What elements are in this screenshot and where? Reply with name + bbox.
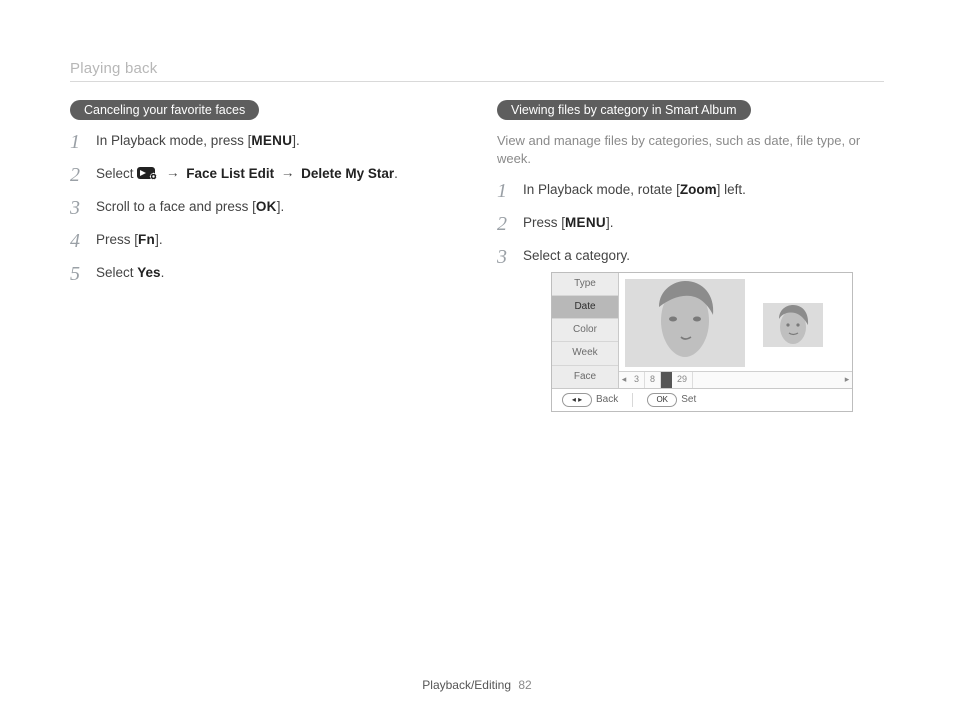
step-text: In Playback mode, press [ <box>96 133 251 148</box>
step-2: Select <box>70 165 457 184</box>
thumbnail-large <box>625 279 745 367</box>
playback-settings-icon <box>137 166 159 180</box>
camera-screen: Type Date Color Week Face <box>551 272 853 412</box>
page-section-title: Playing back <box>70 60 884 77</box>
film-strip: ◂ 3 8 29 ▸ <box>619 371 852 388</box>
step-3: Scroll to a face and press [OK]. <box>70 198 457 217</box>
thumbnail-small <box>763 303 823 347</box>
menu-item-color[interactable]: Color <box>552 319 618 342</box>
page-number: 82 <box>518 678 531 692</box>
intro-text: View and manage files by categories, suc… <box>497 132 884 167</box>
chevron-left-icon[interactable]: ◂ <box>619 373 629 386</box>
two-column-layout: Canceling your favorite faces In Playbac… <box>70 100 884 426</box>
separator <box>632 393 633 407</box>
step-text: . <box>161 265 165 280</box>
menu-item-date[interactable]: Date <box>552 296 618 319</box>
step-5: Select Yes. <box>70 264 457 283</box>
step-2: Press [MENU]. <box>497 214 884 233</box>
step-text: ] left. <box>717 182 746 197</box>
footer-back-group: ◂ ▸ Back <box>552 393 628 407</box>
step-text: ]. <box>292 133 300 148</box>
menu-item-face[interactable]: Face <box>552 366 618 388</box>
menu-button-label: MENU <box>565 215 606 230</box>
film-segment: 29 <box>672 372 693 388</box>
screen-footer: ◂ ▸ Back OK Set <box>552 388 852 411</box>
page-footer: Playback/Editing 82 <box>0 678 954 692</box>
yes-label: Yes <box>137 265 160 280</box>
step-text: In Playback mode, rotate [ <box>523 182 680 197</box>
right-column: Viewing files by category in Smart Album… <box>497 100 884 426</box>
step-1: In Playback mode, rotate [Zoom] left. <box>497 181 884 200</box>
footer-set-group: OK Set <box>637 393 706 407</box>
step-text: Press [ <box>523 215 565 230</box>
step-text: Select <box>96 166 137 181</box>
back-label: Back <box>596 393 618 407</box>
left-column: Canceling your favorite faces In Playbac… <box>70 100 457 426</box>
manual-page: Playing back Canceling your favorite fac… <box>0 0 954 720</box>
dpad-icon: ◂ ▸ <box>562 393 592 407</box>
preview-area: ◂ 3 8 29 ▸ <box>619 273 852 388</box>
chevron-right-icon[interactable]: ▸ <box>842 373 852 386</box>
fn-button-label: Fn <box>138 232 155 247</box>
zoom-label: Zoom <box>680 182 717 197</box>
film-segment: 8 <box>645 372 661 388</box>
step-text: Press [ <box>96 232 138 247</box>
step-text: Select <box>96 265 137 280</box>
film-segment-active <box>661 372 672 388</box>
category-menu: Type Date Color Week Face <box>552 273 619 388</box>
footer-section: Playback/Editing <box>422 678 511 692</box>
ok-button-label: OK <box>256 199 277 214</box>
step-4: Press [Fn]. <box>70 231 457 250</box>
set-label: Set <box>681 393 696 407</box>
film-segment: 3 <box>629 372 645 388</box>
menu-button-label: MENU <box>251 133 292 148</box>
step-text: Select a category. <box>523 248 630 263</box>
ok-badge-icon: OK <box>647 393 677 407</box>
step-text: ]. <box>606 215 614 230</box>
menu-item-type[interactable]: Type <box>552 273 618 296</box>
arrow-icon: → <box>163 164 183 183</box>
face-list-edit-label: Face List Edit <box>183 166 278 181</box>
step-3: Select a category. Type Date Color Week … <box>497 247 884 412</box>
step-1: In Playback mode, press [MENU]. <box>70 132 457 151</box>
menu-item-week[interactable]: Week <box>552 342 618 365</box>
delete-my-star-label: Delete My Star <box>297 166 394 181</box>
step-text: Scroll to a face and press [ <box>96 199 256 214</box>
steps-list-left: In Playback mode, press [MENU]. Select <box>70 132 457 282</box>
topic-pill-cancel-faces: Canceling your favorite faces <box>70 100 259 120</box>
header-rule <box>70 81 884 82</box>
screen-body: Type Date Color Week Face <box>552 273 852 388</box>
step-text: ]. <box>277 199 285 214</box>
arrow-icon: → <box>278 164 298 183</box>
steps-list-right: In Playback mode, rotate [Zoom] left. Pr… <box>497 181 884 412</box>
step-text: ]. <box>155 232 163 247</box>
step-text: . <box>394 166 398 181</box>
topic-pill-smart-album: Viewing files by category in Smart Album <box>497 100 751 120</box>
